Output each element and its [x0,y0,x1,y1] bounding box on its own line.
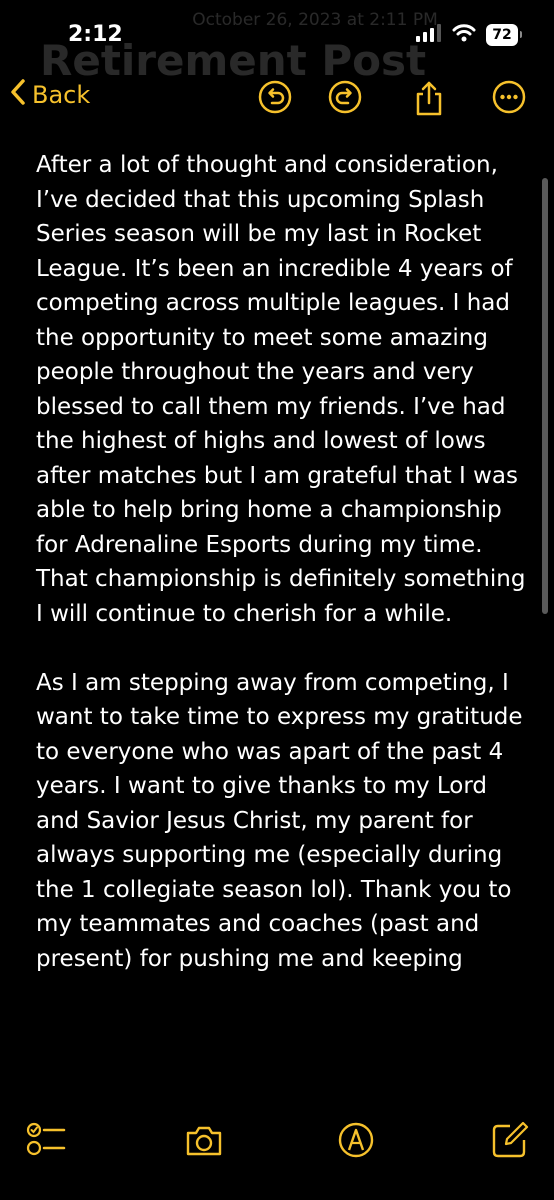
note-blank-line [36,631,536,666]
checklist-icon [26,1122,66,1164]
undo-icon [258,80,292,118]
compose-button[interactable] [490,1120,530,1160]
redo-button[interactable] [328,80,362,114]
markup-button[interactable] [336,1120,376,1160]
camera-button[interactable] [184,1120,224,1160]
markup-icon [336,1122,376,1164]
back-button[interactable]: Back [10,78,90,112]
note-body[interactable]: After a lot of thought and consideration… [36,148,536,976]
more-icon [492,80,526,118]
status-indicators: 72 [416,24,522,46]
battery-icon: 72 [486,24,522,46]
chevron-left-icon [10,78,26,112]
wifi-icon [452,24,476,46]
signal-icon [416,24,442,46]
compose-icon [490,1121,530,1164]
undo-button[interactable] [258,80,292,114]
status-time: 2:12 [68,22,123,47]
status-bar: 2:12 72 [0,0,554,70]
navigation-bar: Back [0,70,554,130]
back-label: Back [32,81,91,109]
share-icon [412,81,446,122]
checklist-button[interactable] [26,1120,66,1160]
more-button[interactable] [492,80,526,114]
scroll-indicator[interactable] [542,178,548,614]
bottom-toolbar [0,1120,554,1170]
redo-icon [328,80,362,118]
note-paragraph: After a lot of thought and consideration… [36,152,526,627]
note-paragraph: As I am stepping away from competing, I … [36,669,523,972]
share-button[interactable] [412,80,446,116]
camera-icon [184,1126,224,1164]
